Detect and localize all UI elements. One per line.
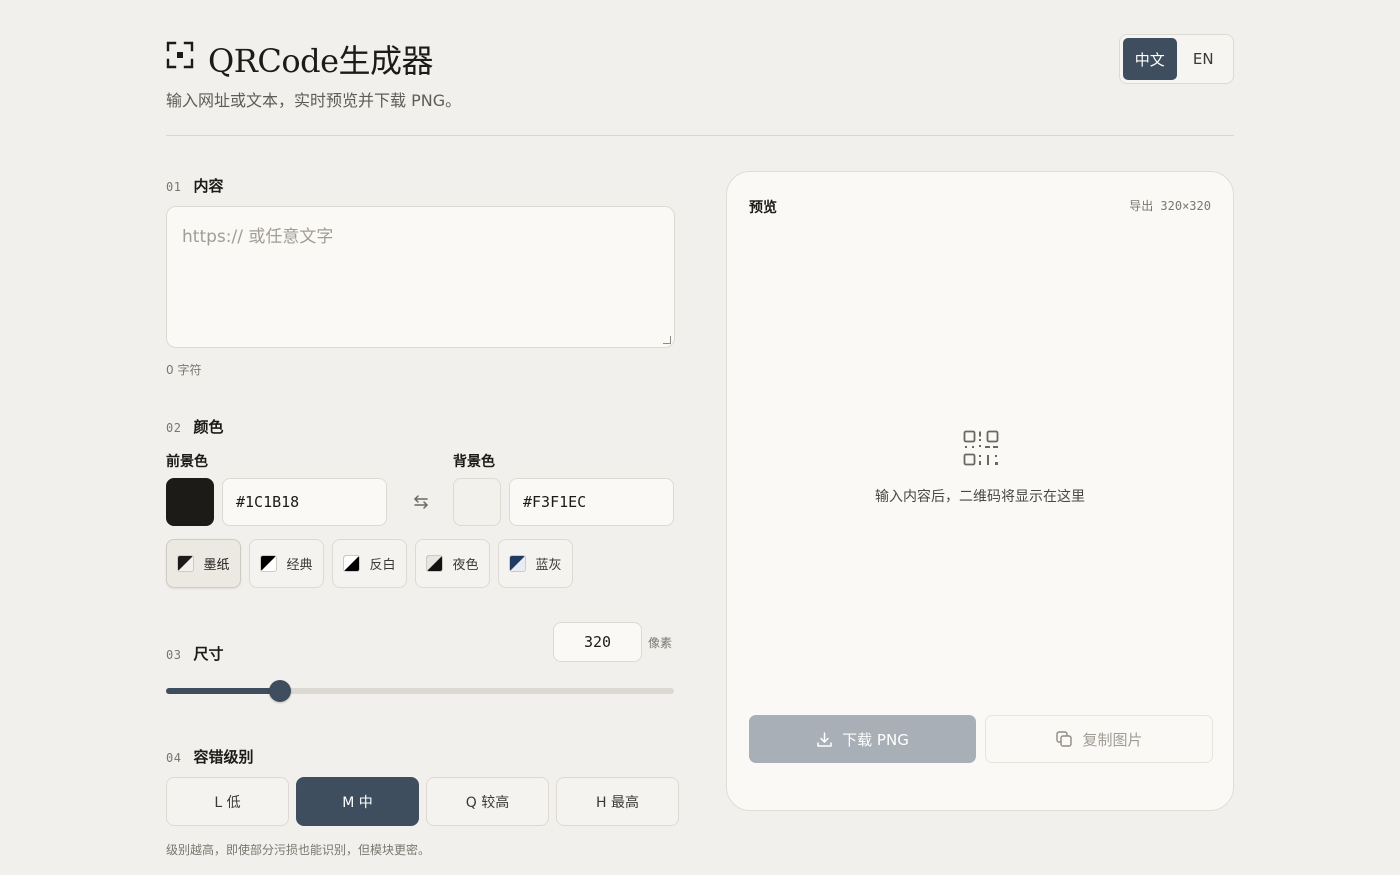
qr-code-icon	[963, 430, 999, 466]
section-name: 尺寸	[193, 645, 224, 663]
preview-card: 预览 导出 320×320 输入内容后，二维码将显示在这里 下载 PNG 复制图…	[726, 171, 1234, 811]
empty-state-text: 输入内容后，二维码将显示在这里	[875, 489, 1085, 505]
preset-inverse[interactable]: 反白	[332, 539, 407, 588]
preset-swatch-icon	[426, 555, 444, 572]
preset-classic[interactable]: 经典	[249, 539, 324, 588]
content-section-label: 01 内容	[166, 175, 223, 196]
app-title: QRCode生成器	[208, 42, 434, 80]
ec-level-group: L 低 M 中 Q 较高 H 最高	[166, 777, 679, 826]
language-toggle: 中文 EN	[1119, 34, 1234, 84]
app-subtitle: 输入网址或文本，实时预览并下载 PNG。	[166, 91, 462, 110]
foreground-swatch[interactable]	[166, 478, 214, 526]
lang-en-button[interactable]: EN	[1177, 38, 1231, 80]
resize-handle[interactable]	[663, 336, 671, 344]
download-label: 下载 PNG	[842, 730, 909, 749]
ec-hint: 级别越高，即使部分污损也能识别，但模块更密。	[166, 843, 431, 857]
foreground-hex-input[interactable]: #1C1B18	[222, 478, 387, 526]
preset-swatch-icon	[260, 555, 278, 572]
ec-section-label: 04 容错级别	[166, 746, 253, 767]
copy-image-button[interactable]: 复制图片	[985, 715, 1213, 763]
preset-night[interactable]: 夜色	[415, 539, 490, 588]
preset-label: 夜色	[452, 558, 479, 573]
preset-label: 反白	[369, 558, 396, 573]
swap-arrows-icon[interactable]	[411, 492, 431, 512]
section-number: 04	[166, 751, 182, 765]
section-number: 02	[166, 421, 182, 435]
download-icon	[817, 731, 832, 747]
size-number-input[interactable]: 320	[553, 622, 642, 662]
background-label: 背景色	[453, 454, 495, 470]
ec-level-m-button[interactable]: M 中	[296, 777, 419, 826]
copy-label: 复制图片	[1082, 730, 1143, 749]
download-png-button[interactable]: 下载 PNG	[749, 715, 976, 763]
size-slider[interactable]	[166, 680, 674, 702]
preset-label: 墨纸	[203, 558, 230, 573]
section-name: 颜色	[193, 418, 224, 436]
section-name: 容错级别	[193, 748, 254, 766]
page-header: QRCode生成器 输入网址或文本，实时预览并下载 PNG。 中文 EN	[166, 34, 1234, 136]
foreground-label: 前景色	[166, 454, 208, 470]
content-input-box	[166, 206, 675, 348]
preset-ink-paper[interactable]: 墨纸	[166, 539, 241, 588]
qr-scan-icon	[166, 41, 194, 69]
background-hex-input[interactable]: #F3F1EC	[509, 478, 674, 526]
section-name: 内容	[193, 177, 224, 195]
ec-level-h-button[interactable]: H 最高	[556, 777, 679, 826]
section-number: 03	[166, 648, 182, 662]
ec-level-l-button[interactable]: L 低	[166, 777, 289, 826]
background-swatch[interactable]	[453, 478, 501, 526]
section-number: 01	[166, 180, 182, 194]
slider-thumb[interactable]	[269, 680, 292, 702]
preset-blue-gray[interactable]: 蓝灰	[498, 539, 573, 588]
preset-swatch-icon	[177, 555, 195, 572]
char-count: 0 字符	[166, 363, 202, 377]
color-section-label: 02 颜色	[166, 416, 223, 437]
size-unit-label: 像素	[648, 636, 673, 650]
slider-fill	[166, 688, 281, 694]
size-section-label: 03 尺寸	[166, 643, 223, 664]
color-presets: 墨纸 经典 反白 夜色 蓝灰	[166, 539, 573, 588]
preset-swatch-icon	[343, 555, 361, 572]
copy-icon	[1056, 731, 1073, 747]
export-size-info: 导出 320×320	[1129, 199, 1211, 213]
preset-label: 经典	[286, 558, 313, 573]
lang-zh-button[interactable]: 中文	[1123, 38, 1177, 80]
content-textarea[interactable]	[167, 207, 674, 347]
preset-swatch-icon	[509, 555, 527, 572]
ec-level-q-button[interactable]: Q 较高	[426, 777, 549, 826]
app-container: QRCode生成器 输入网址或文本，实时预览并下载 PNG。 中文 EN 01 …	[166, 0, 1234, 875]
preset-label: 蓝灰	[535, 558, 562, 573]
preview-title: 预览	[749, 200, 777, 216]
